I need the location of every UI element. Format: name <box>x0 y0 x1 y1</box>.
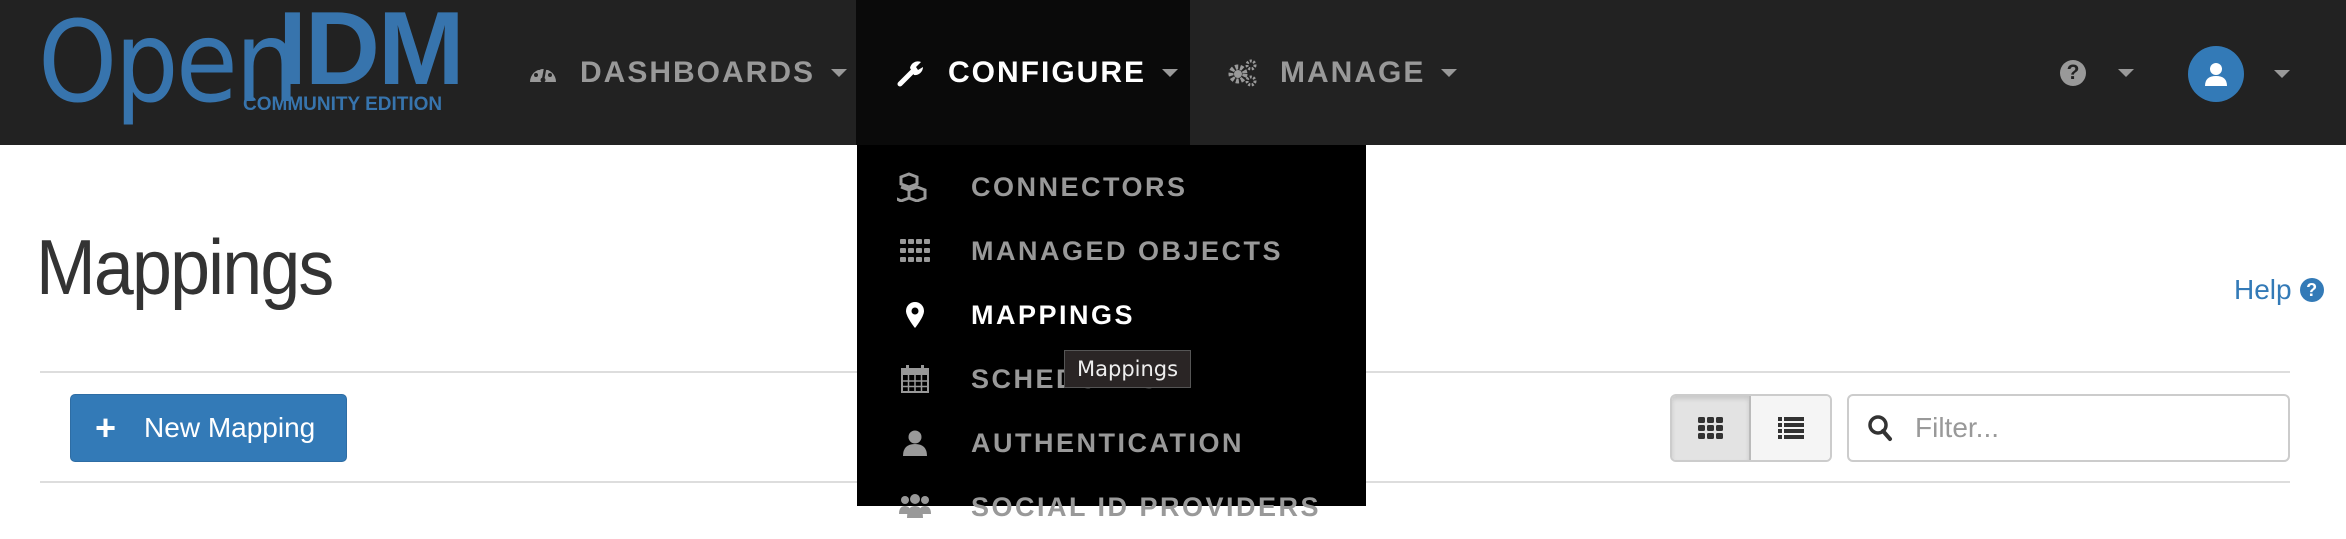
chevron-down-icon <box>2274 70 2290 78</box>
avatar <box>2188 46 2244 102</box>
question-circle-icon: ? <box>2299 278 2324 302</box>
menu-item-label: MANAGED OBJECTS <box>971 235 1284 266</box>
nav-dashboards[interactable]: DASHBOARDS <box>528 0 848 145</box>
user-menu[interactable] <box>2188 46 2290 102</box>
tooltip: Mappings <box>1064 350 1192 388</box>
help-menu[interactable]: ? <box>2060 55 2134 91</box>
help-link-label: Help <box>2234 274 2292 305</box>
page-title: Mappings <box>36 223 334 311</box>
nav-configure[interactable]: CONFIGURE <box>856 0 1190 145</box>
filter-field <box>1847 394 2290 462</box>
users-icon <box>897 489 933 525</box>
menu-item-label: CONNECTORS <box>971 171 1188 202</box>
grid-icon <box>897 233 933 269</box>
list-view-button[interactable] <box>1751 396 1830 460</box>
new-mapping-label: New Mapping <box>144 412 316 443</box>
configure-dropdown-menu: CONNECTORS MANAGED OBJECTS MAPPINGS SCHE… <box>857 145 1366 522</box>
menu-item-authentication[interactable]: AUTHENTICATION <box>857 411 1366 475</box>
plus-icon: + <box>95 407 117 448</box>
question-circle-icon: ? <box>2060 60 2086 86</box>
nav-configure-label: CONFIGURE <box>948 55 1146 89</box>
user-icon <box>2205 63 2227 86</box>
openidm-logo[interactable]: Open IDM COMMUNITY EDITION <box>38 0 468 128</box>
map-marker-icon <box>897 297 933 333</box>
menu-item-connectors[interactable]: CONNECTORS <box>857 155 1366 219</box>
logo-idm-text: IDM <box>278 0 465 107</box>
search-icon <box>1868 415 1892 441</box>
menu-item-mappings[interactable]: MAPPINGS <box>857 283 1366 347</box>
menu-item-social-id-providers[interactable]: SOCIAL ID PROVIDERS <box>857 475 1366 539</box>
nav-manage-label: MANAGE <box>1280 55 1426 89</box>
filter-input[interactable] <box>1915 412 2265 444</box>
chevron-down-icon <box>831 68 848 77</box>
cubes-icon <box>897 169 933 205</box>
menu-item-managed-objects[interactable]: MANAGED OBJECTS <box>857 219 1366 283</box>
menu-item-label: AUTHENTICATION <box>971 427 1244 458</box>
user-icon <box>897 425 933 461</box>
logo-edition-text: COMMUNITY EDITION <box>243 94 443 115</box>
view-toggle <box>1670 394 1832 462</box>
help-link[interactable]: Help ? <box>2234 274 2324 306</box>
grid-view-button[interactable] <box>1672 396 1751 460</box>
nav-manage[interactable]: MANAGE <box>1228 0 1458 145</box>
menu-item-label: MAPPINGS <box>971 299 1136 330</box>
nav-dashboards-label: DASHBOARDS <box>580 55 816 89</box>
cogs-icon <box>1228 58 1258 88</box>
chevron-down-icon <box>2118 69 2134 77</box>
grid-icon <box>1697 417 1723 439</box>
new-mapping-button[interactable]: + New Mapping <box>70 394 347 462</box>
calendar-icon <box>897 361 933 397</box>
top-navbar: Open IDM COMMUNITY EDITION DASHBOARDS CO… <box>0 0 2346 145</box>
dashboard-gauge-icon <box>528 58 558 88</box>
menu-item-label: SOCIAL ID PROVIDERS <box>971 491 1322 522</box>
chevron-down-icon <box>1441 68 1458 77</box>
chevron-down-icon <box>1162 68 1178 77</box>
list-icon <box>1777 417 1804 439</box>
wrench-icon <box>896 58 926 88</box>
